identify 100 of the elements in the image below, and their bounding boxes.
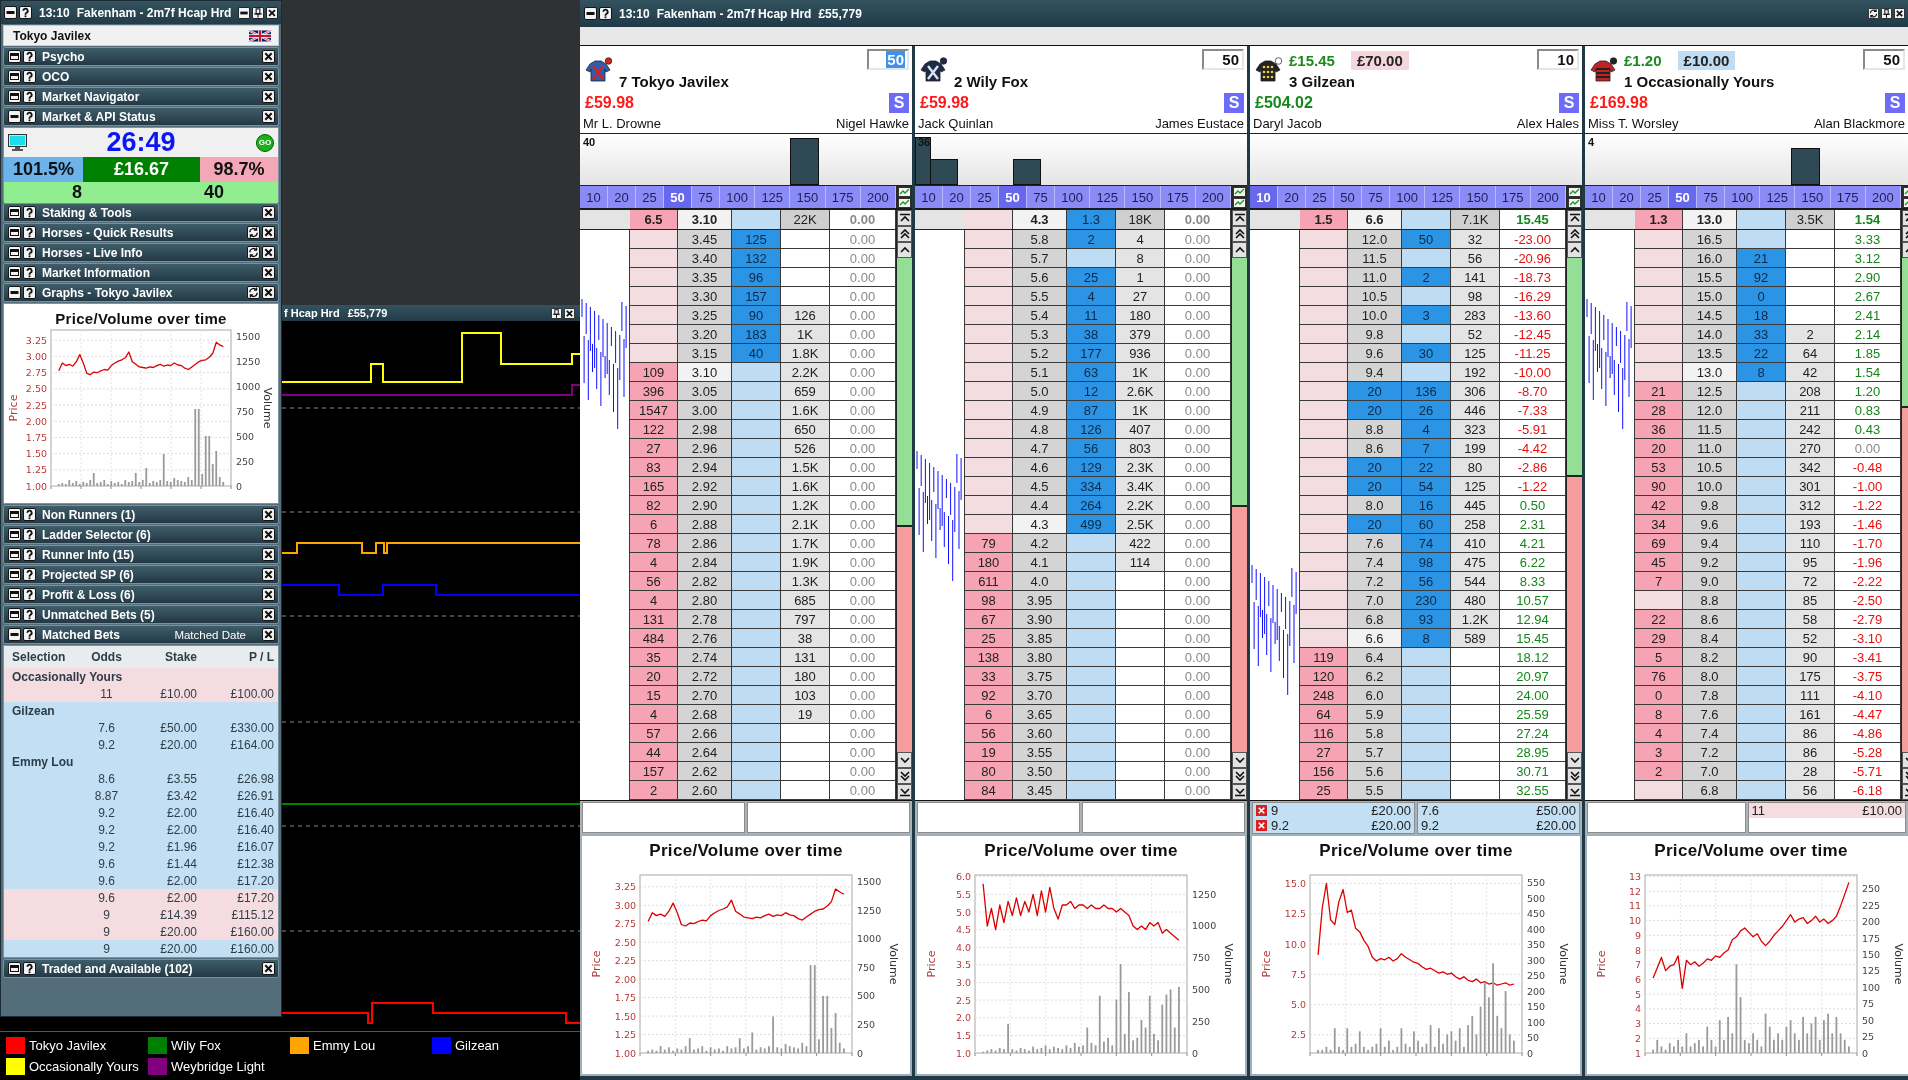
stake-option[interactable]: 50 <box>1333 186 1362 208</box>
window-icon[interactable] <box>8 568 21 581</box>
chart-icon[interactable] <box>1567 186 1581 197</box>
refresh-icon[interactable] <box>247 246 260 259</box>
back-amount-cell[interactable] <box>732 743 781 761</box>
close-icon[interactable] <box>262 962 275 975</box>
back-amount-cell[interactable] <box>1067 591 1116 609</box>
lay-amount-cell[interactable] <box>1300 249 1348 267</box>
scroll-up-button[interactable] <box>897 242 912 258</box>
back-amount-cell[interactable] <box>732 686 781 704</box>
lay-amount-cell[interactable] <box>630 249 678 267</box>
lay-amount-cell[interactable]: 1.3 <box>1635 210 1683 229</box>
stake-option[interactable]: 175 <box>1830 186 1866 208</box>
back-amount-cell[interactable] <box>1067 762 1116 780</box>
back-amount-cell[interactable]: 125 <box>732 230 781 248</box>
back-amount-cell[interactable] <box>1402 363 1451 381</box>
stake-option[interactable]: 150 <box>1125 186 1161 208</box>
lay-amount-cell[interactable]: 122 <box>630 420 678 438</box>
lay-amount-cell[interactable]: 6 <box>630 515 678 533</box>
lay-amount-cell[interactable]: 34 <box>1635 515 1683 533</box>
lay-amount-cell[interactable]: 4 <box>1635 724 1683 742</box>
back-amount-cell[interactable] <box>732 515 781 533</box>
close-icon[interactable] <box>262 70 275 83</box>
stake-option[interactable]: 25 <box>1305 186 1334 208</box>
window-icon[interactable] <box>8 226 21 239</box>
stake-option[interactable]: 125 <box>1090 186 1126 208</box>
scroll-bottom-button[interactable] <box>1567 784 1582 800</box>
back-amount-cell[interactable]: 26 <box>1402 401 1451 419</box>
back-amount-cell[interactable]: 98 <box>1402 553 1451 571</box>
lay-amount-cell[interactable]: 80 <box>965 762 1013 780</box>
back-amount-cell[interactable] <box>1402 743 1451 761</box>
help-icon[interactable] <box>23 90 36 103</box>
lay-amount-cell[interactable]: 42 <box>1635 496 1683 514</box>
back-amount-cell[interactable]: 90 <box>732 306 781 324</box>
lay-amount-cell[interactable] <box>1300 268 1348 286</box>
s-button[interactable]: S <box>1224 92 1244 113</box>
help-icon[interactable] <box>23 206 36 219</box>
lay-amount-cell[interactable]: 98 <box>965 591 1013 609</box>
back-amount-cell[interactable] <box>732 363 781 381</box>
section-header[interactable]: Horses - Live Info <box>3 243 279 262</box>
refresh-icon[interactable] <box>1868 8 1879 19</box>
lay-amount-cell[interactable]: 84 <box>965 781 1013 799</box>
lay-amount-cell[interactable]: 36 <box>1635 420 1683 438</box>
stake-option[interactable]: 100 <box>1054 186 1091 208</box>
lay-amount-cell[interactable] <box>1635 249 1683 267</box>
help-icon[interactable] <box>23 528 36 541</box>
stake-option[interactable]: 20 <box>943 186 971 208</box>
section-header[interactable]: Ladder Selector (6) <box>3 525 279 544</box>
back-amount-cell[interactable] <box>1067 610 1116 628</box>
section-header[interactable]: Horses - Quick Results <box>3 223 279 242</box>
back-amount-cell[interactable] <box>1737 610 1786 628</box>
back-amount-cell[interactable] <box>732 591 781 609</box>
lay-amount-cell[interactable]: 27 <box>1300 743 1348 761</box>
window-icon[interactable] <box>8 70 21 83</box>
back-amount-cell[interactable] <box>1067 667 1116 685</box>
chart-icon[interactable] <box>1232 186 1246 197</box>
lay-amount-cell[interactable] <box>630 287 678 305</box>
minimize-icon[interactable] <box>8 286 21 299</box>
pin-icon[interactable] <box>252 6 264 19</box>
window-icon[interactable] <box>8 266 21 279</box>
close-icon[interactable] <box>262 90 275 103</box>
stake-field[interactable]: 50 <box>1863 49 1905 70</box>
lay-amount-cell[interactable] <box>965 325 1013 343</box>
lay-amount-cell[interactable] <box>965 249 1013 267</box>
back-amount-cell[interactable] <box>1067 553 1116 571</box>
lay-amount-cell[interactable]: 79 <box>965 534 1013 552</box>
back-amount-cell[interactable]: 157 <box>732 287 781 305</box>
back-amount-cell[interactable] <box>1737 572 1786 590</box>
lay-amount-cell[interactable]: 20 <box>1635 439 1683 457</box>
back-amount-cell[interactable] <box>1067 743 1116 761</box>
back-amount-cell[interactable] <box>732 420 781 438</box>
stake-option[interactable]: 125 <box>755 186 791 208</box>
back-amount-cell[interactable] <box>1067 572 1116 590</box>
lay-amount-cell[interactable]: 33 <box>965 667 1013 685</box>
section-header[interactable]: Market Information <box>3 263 279 282</box>
lay-amount-cell[interactable] <box>630 268 678 286</box>
back-amount-cell[interactable] <box>732 667 781 685</box>
lay-amount-cell[interactable]: 45 <box>1635 553 1683 571</box>
back-amount-cell[interactable] <box>1402 667 1451 685</box>
lay-amount-cell[interactable] <box>965 306 1013 324</box>
back-amount-cell[interactable] <box>1737 496 1786 514</box>
lay-amount-cell[interactable]: 6 <box>965 705 1013 723</box>
lay-amount-cell[interactable]: 109 <box>630 363 678 381</box>
window-icon[interactable] <box>8 548 21 561</box>
lay-amount-cell[interactable] <box>1300 401 1348 419</box>
back-amount-cell[interactable]: 16 <box>1402 496 1451 514</box>
back-amount-cell[interactable] <box>1402 287 1451 305</box>
stake-option[interactable]: 150 <box>1795 186 1831 208</box>
lay-amount-cell[interactable]: 484 <box>630 629 678 647</box>
stake-option[interactable]: 20 <box>1613 186 1641 208</box>
minimize-icon[interactable] <box>8 110 21 123</box>
back-amount-cell[interactable] <box>732 401 781 419</box>
lay-amount-cell[interactable]: 56 <box>965 724 1013 742</box>
stake-option[interactable]: 175 <box>1495 186 1531 208</box>
back-amount-cell[interactable]: 334 <box>1067 477 1116 495</box>
back-amount-cell[interactable]: 60 <box>1402 515 1451 533</box>
back-amount-cell[interactable] <box>1737 648 1786 666</box>
back-amount-cell[interactable] <box>732 648 781 666</box>
lay-amount-cell[interactable]: 1.5 <box>1300 210 1348 229</box>
lay-amount-cell[interactable]: 7 <box>1635 572 1683 590</box>
